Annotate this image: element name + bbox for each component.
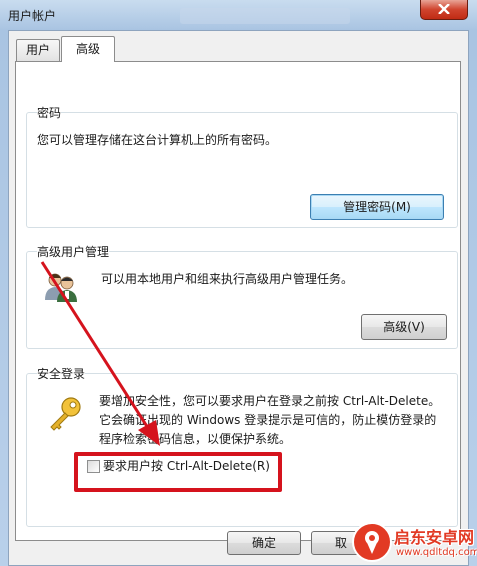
watermark-url: www.qdltdq.com [396,547,477,558]
user-accounts-window: 用户帐户 用户 高级 密码 您可以管理存储在这台计算机上的所有密码。 管理密码(… [0,0,477,566]
watermark: 启东安卓网 www.qdltdq.com [352,520,477,566]
watermark-title: 启东安卓网 [394,528,475,547]
tab-advanced[interactable]: 高级 [61,36,115,62]
annotation-highlight-box [74,452,282,492]
watermark-logo-icon [352,522,392,562]
